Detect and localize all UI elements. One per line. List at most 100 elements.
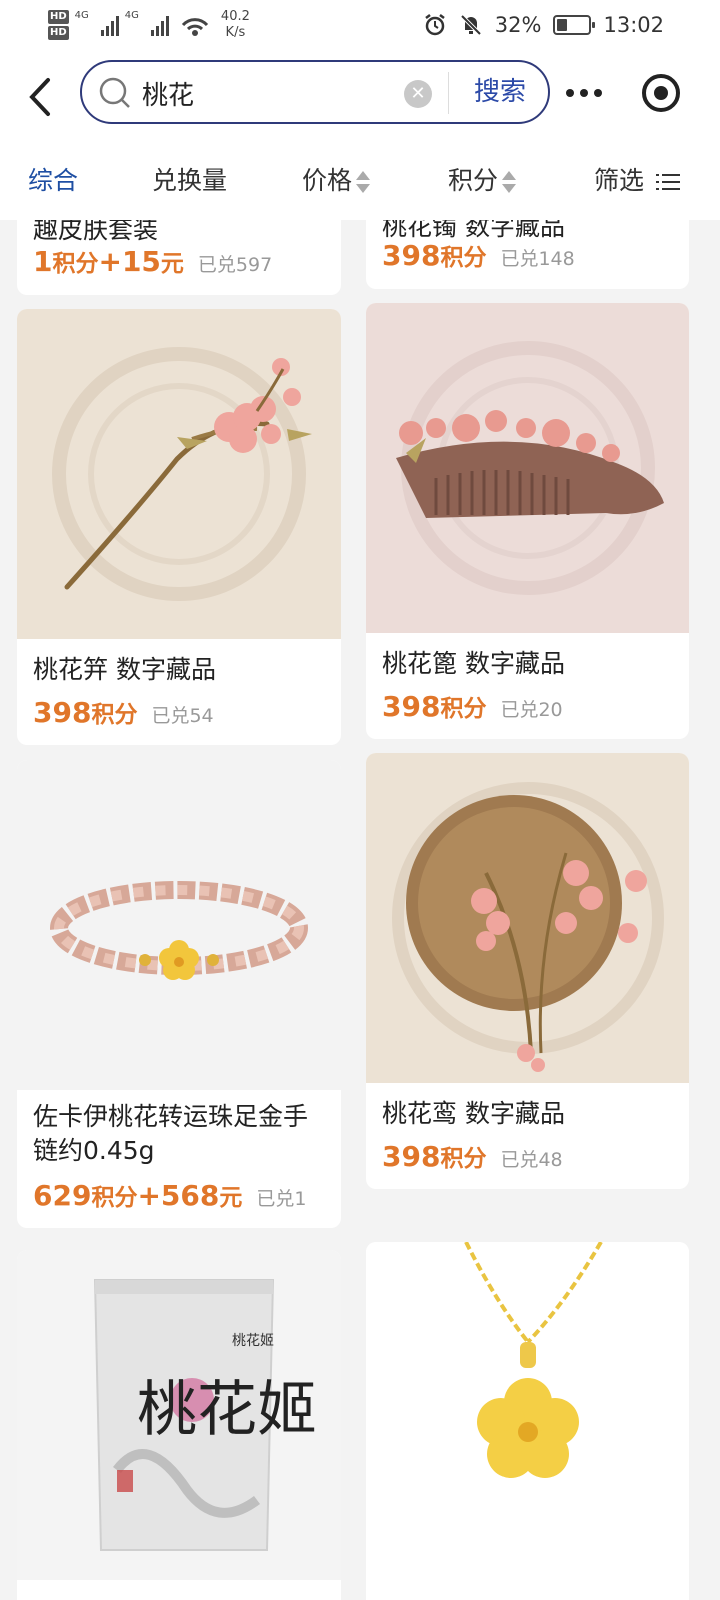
price-cash: +568: [137, 1179, 220, 1212]
price-points: 398: [382, 690, 441, 723]
search-button[interactable]: 搜索: [452, 62, 548, 122]
sold-count: 已兑20: [500, 699, 563, 721]
sold-count: 已兑1: [256, 1188, 307, 1210]
net2-label: 4G: [124, 10, 139, 21]
product-title: 桃花镯 数字藏品: [382, 220, 565, 238]
tab-exchange-count-label: 兑换量: [152, 166, 228, 195]
pendant-image: [464, 1242, 603, 1478]
product-card[interactable]: 桃花笄 数字藏品 398积分 已兑54: [17, 309, 341, 745]
mirror-image: [392, 782, 664, 1072]
product-price: 1积分+15元 已兑597: [33, 244, 272, 278]
product-card[interactable]: 佐卡伊桃花转运珠足金手链约0.45g 629积分+568元 已兑1: [17, 760, 341, 1228]
alarm-icon: [425, 14, 445, 36]
product-title: 桃花笄 数字藏品: [33, 655, 216, 684]
price-points-unit: 积分: [91, 702, 138, 728]
price-points-unit: 积分: [91, 1185, 138, 1211]
package-side-text: 桃花姬: [232, 1333, 274, 1349]
product-image: [17, 760, 341, 1090]
product-price: 629积分+568元 已兑1: [33, 1178, 306, 1212]
package-image: 桃花姬 桃花姬: [93, 1279, 317, 1551]
product-title: 桃花篦 数字藏品: [382, 649, 565, 678]
mute-bell-icon: [460, 14, 482, 36]
sort-arrows-icon: [356, 169, 371, 195]
price-points-unit: 积分: [52, 251, 99, 277]
price-cash-unit: 元: [160, 251, 184, 277]
product-image: [17, 309, 341, 639]
signal-icon-2: [150, 14, 169, 36]
hairpin-image: [52, 347, 312, 601]
package-brand-text: 桃花姬: [137, 1375, 317, 1445]
price-points-unit: 积分: [440, 1146, 487, 1172]
product-image: [366, 1242, 689, 1552]
price-points: 398: [382, 239, 441, 272]
product-title: 趣皮肤套装: [33, 220, 159, 242]
price-cash: +15: [98, 245, 161, 278]
tab-comprehensive-label: 综合: [28, 166, 79, 195]
mini-program-close-icon[interactable]: [642, 74, 680, 112]
sold-count: 已兑54: [151, 705, 214, 727]
price-points: 398: [33, 696, 92, 729]
search-icon: [99, 77, 130, 108]
wifi-icon: [181, 18, 209, 36]
product-feed: 趣皮肤套装 1积分+15元已兑597 桃花镯 数字藏品 398积分已兑148: [0, 220, 720, 1600]
clock: 13:02: [603, 13, 664, 37]
back-button[interactable]: [22, 72, 56, 122]
tab-exchange-count[interactable]: 兑换量: [152, 161, 227, 201]
more-menu-button[interactable]: [566, 80, 606, 106]
sort-tabs: 综合 兑换量 价格 积分 筛选: [0, 145, 720, 220]
bracelet-image: [50, 881, 308, 980]
clear-search-button[interactable]: ✕: [404, 80, 432, 108]
price-cash-unit: 元: [219, 1185, 243, 1211]
price-points: 1: [33, 245, 53, 278]
tab-filter[interactable]: 筛选: [594, 161, 680, 201]
battery-icon: [553, 15, 596, 35]
product-price: 398积分 已兑20: [382, 689, 563, 723]
search-input[interactable]: [142, 72, 402, 114]
tab-points[interactable]: 积分: [448, 161, 517, 201]
product-title: 佐卡伊桃花转运珠足金手链约0.45g: [33, 1102, 309, 1165]
hd1-label: HD: [48, 10, 69, 24]
product-card[interactable]: 桃花镯 数字藏品 398积分 已兑148: [366, 220, 689, 289]
battery-percent: 32%: [494, 13, 542, 37]
tab-price-label: 价格: [302, 166, 353, 195]
comb-image: [396, 341, 664, 595]
network-speed: 40.2 K/s: [221, 9, 250, 41]
product-title: 桃花鸾 数字藏品: [382, 1099, 565, 1128]
product-price: 398积分 已兑148: [382, 238, 575, 272]
sold-count: 已兑597: [197, 254, 273, 276]
hd-indicator: HD HD: [48, 9, 69, 41]
sold-count: 已兑148: [500, 248, 575, 270]
sold-count: 已兑48: [500, 1149, 563, 1171]
tab-price[interactable]: 价格: [302, 161, 371, 201]
product-image: [366, 303, 689, 633]
net1-label: 4G: [74, 10, 89, 21]
tab-points-label: 积分: [448, 166, 499, 195]
status-bar: HD HD 4G 4G 40.2 K/s 32% 13:02: [0, 0, 720, 50]
status-left: HD HD 4G 4G 40.2 K/s: [48, 4, 250, 46]
tab-filter-label: 筛选: [594, 166, 645, 195]
search-header: ✕ 搜索: [0, 50, 720, 145]
product-price: 398积分 已兑48: [382, 1139, 563, 1173]
speed-value: 40.2: [220, 9, 250, 24]
product-card[interactable]: 桃花鸾 数字藏品 398积分 已兑48: [366, 753, 689, 1189]
price-points: 398: [382, 1140, 441, 1173]
hd2-label: HD: [48, 26, 69, 40]
product-price: 398积分 已兑54: [33, 695, 214, 729]
search-divider: [448, 72, 449, 114]
product-image: 桃花姬 桃花姬: [17, 1250, 341, 1580]
sort-arrows-icon: [502, 169, 517, 195]
product-image: [366, 753, 689, 1083]
product-card[interactable]: 趣皮肤套装 1积分+15元 已兑597: [17, 220, 341, 295]
signal-icon: [100, 14, 119, 36]
search-box: ✕ 搜索: [80, 60, 550, 124]
filter-list-icon: [655, 174, 680, 190]
price-points-unit: 积分: [440, 245, 487, 271]
price-points: 629: [33, 1179, 92, 1212]
price-points-unit: 积分: [440, 696, 487, 722]
speed-unit: K/s: [225, 25, 246, 40]
product-card[interactable]: [366, 1242, 689, 1600]
product-card[interactable]: 桃花篦 数字藏品 398积分 已兑20: [366, 303, 689, 739]
product-card[interactable]: 桃花姬 桃花姬: [17, 1250, 341, 1600]
status-right: 32% 13:02: [423, 8, 664, 42]
tab-comprehensive[interactable]: 综合: [28, 161, 78, 201]
